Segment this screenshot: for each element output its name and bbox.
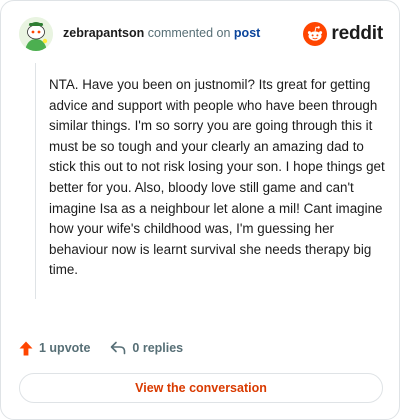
comment-body: NTA. Have you been on justnomil? Its gre… (49, 77, 385, 278)
user-avatar[interactable] (19, 17, 53, 51)
action-text: commented on (147, 26, 231, 40)
snoo-avatar-icon (19, 17, 53, 51)
reddit-logo-icon (303, 22, 328, 46)
reply-arrow-icon (111, 341, 126, 355)
logo-wordmark: reddit (331, 23, 383, 44)
thread-line (35, 63, 36, 299)
upvote-count[interactable]: 1 upvote (19, 341, 90, 356)
upvote-arrow-icon (19, 341, 33, 355)
byline: zebrapantson commented on post (63, 26, 260, 40)
view-conversation-button[interactable]: View the conversation (19, 373, 383, 403)
comment-header: zebrapantson commented on post reddit (19, 17, 383, 51)
upvote-label: 1 upvote (39, 341, 91, 355)
post-link[interactable]: post (234, 26, 260, 40)
username-link[interactable]: zebrapantson (63, 26, 144, 40)
reply-count[interactable]: 0 replies (110, 341, 183, 355)
reddit-logo[interactable]: reddit (303, 21, 383, 47)
comment-footer: 1 upvote 0 replies (19, 337, 183, 359)
embedded-comment-card: zebrapantson commented on post reddit NT… (0, 0, 400, 420)
reply-label: 0 replies (132, 341, 184, 355)
